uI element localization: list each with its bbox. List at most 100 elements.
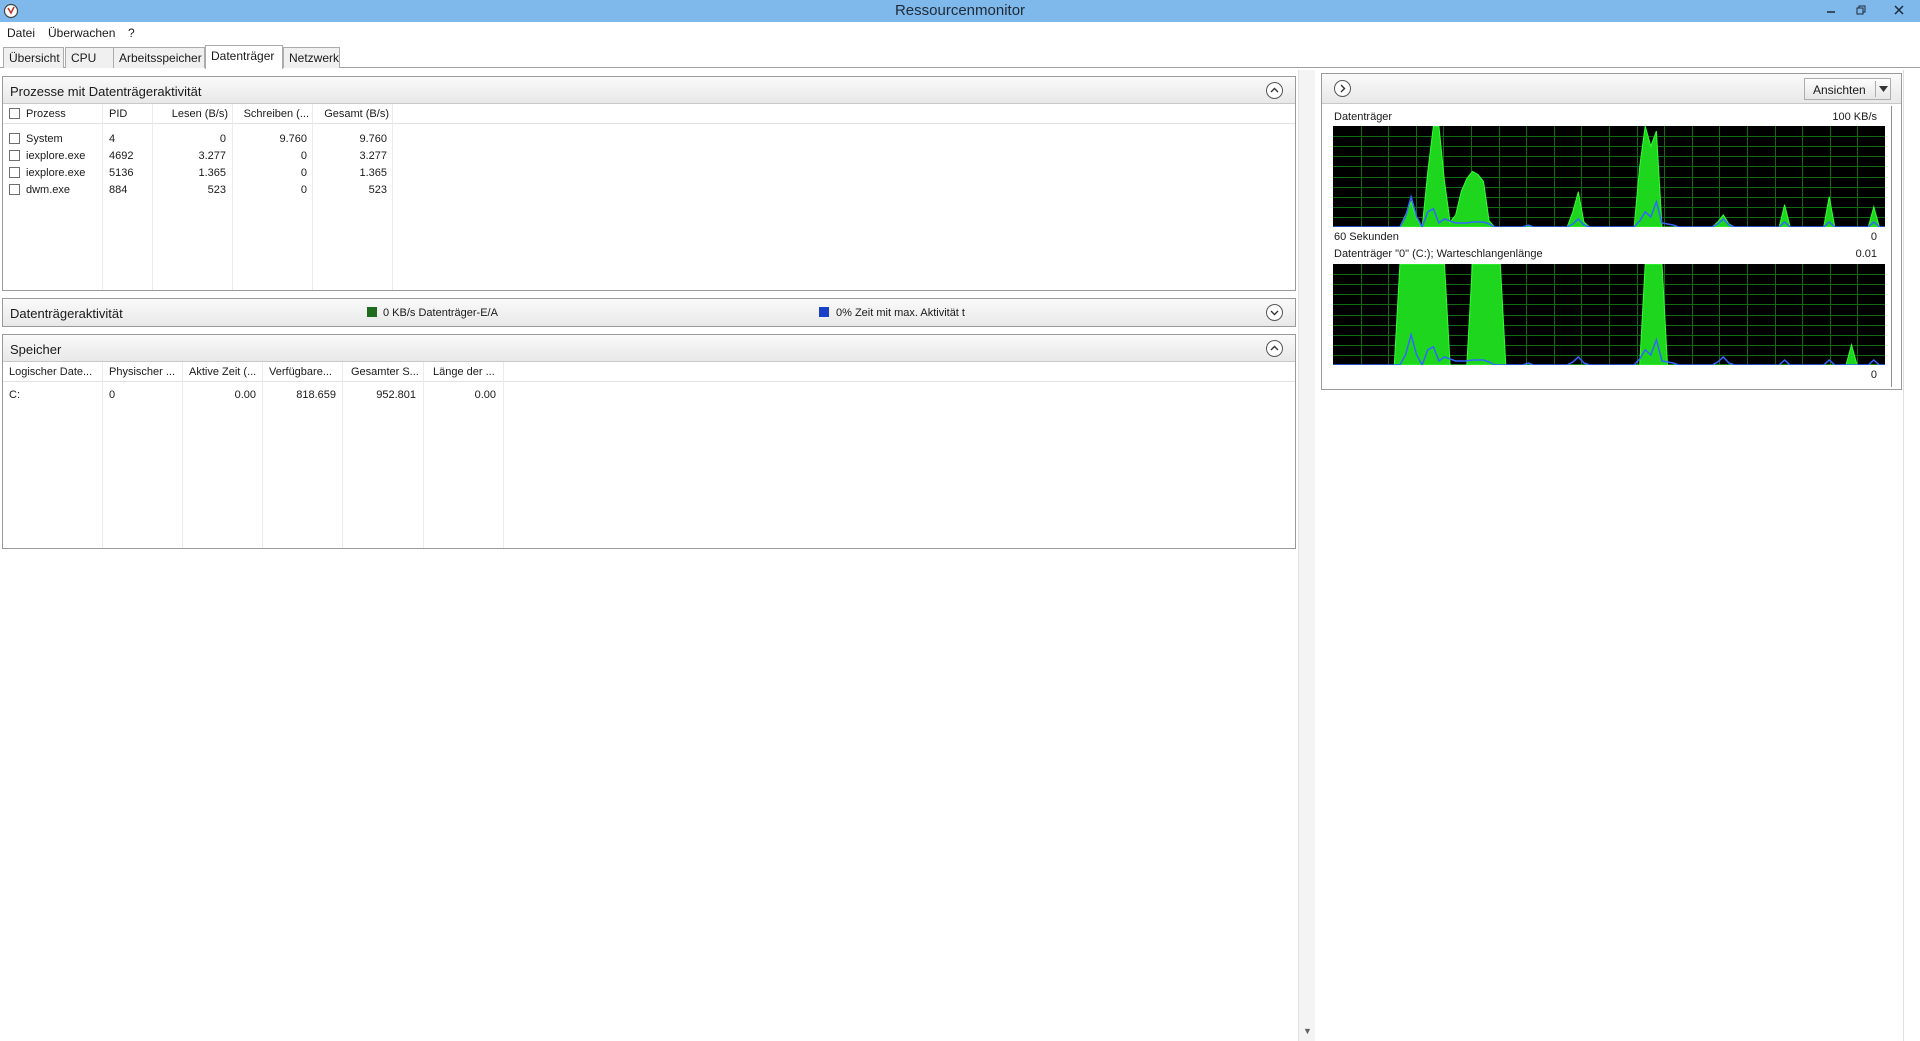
row-checkbox[interactable] [9, 133, 20, 144]
processes-collapse-button[interactable] [1266, 82, 1283, 99]
restore-icon [1856, 5, 1866, 15]
chevron-up-icon [1270, 345, 1279, 351]
column-divider [503, 362, 504, 548]
tab-cpu[interactable]: CPU [65, 47, 114, 68]
time-legend-label: 0% Zeit mit max. Aktivität t [836, 307, 965, 319]
time-legend-swatch [819, 307, 829, 317]
cell-queue-length: 0.00 [474, 389, 496, 401]
cell-prozess: iexplore.exe [26, 150, 86, 162]
activity-section: Datenträgeraktivität 0 KB/s Datenträger-… [2, 298, 1296, 327]
io-legend-swatch [367, 307, 377, 317]
row-checkbox[interactable] [9, 167, 20, 178]
disk-graph-max-label: 100 KB/s [1832, 111, 1877, 123]
graph-panel-header: Ansichten [1322, 74, 1901, 104]
cell-logical-disk: C: [9, 389, 20, 401]
column-divider [392, 104, 393, 290]
col-schreiben[interactable]: Schreiben (... [235, 108, 309, 120]
cell-schreiben: 9.760 [279, 133, 307, 145]
cell-gesamt: 9.760 [359, 133, 387, 145]
tab-arbeitsspeicher[interactable]: Arbeitsspeicher [113, 47, 205, 68]
column-divider [312, 104, 313, 290]
column-divider [342, 362, 343, 548]
processes-section: Prozesse mit Datenträgeraktivität Prozes… [2, 76, 1296, 291]
cell-schreiben: 0 [300, 167, 307, 179]
graph-panel: Ansichten Datenträger 100 KB/s 60 Sekund… [1321, 73, 1902, 390]
chevron-down-icon [1270, 310, 1279, 316]
dropdown-arrow-icon[interactable] [1879, 86, 1888, 92]
row-checkbox[interactable] [9, 184, 20, 195]
scroll-down-icon[interactable]: ▼ [1303, 1026, 1312, 1036]
views-button[interactable]: Ansichten [1804, 78, 1891, 100]
processes-column-header: Prozess PID Lesen (B/s) Schreiben (... G… [3, 104, 1295, 124]
select-all-checkbox[interactable] [9, 108, 20, 119]
activity-expand-button[interactable] [1266, 304, 1283, 321]
menu-bar: Datei Überwachen ? [0, 22, 1920, 44]
cell-lesen: 523 [207, 184, 226, 196]
row-checkbox[interactable] [9, 150, 20, 161]
minimize-button[interactable] [1816, 0, 1846, 20]
col-queue-length[interactable]: Länge der ... [433, 366, 505, 378]
column-divider [232, 104, 233, 290]
disk-graph-time-label: 60 Sekunden [1334, 231, 1399, 243]
cell-schreiben: 0 [300, 150, 307, 162]
storage-header[interactable]: Speicher [3, 335, 1295, 362]
activity-title: Datenträgeraktivität [10, 306, 123, 321]
cell-active-time: 0.00 [234, 389, 256, 401]
column-divider [102, 362, 103, 548]
queue-graph [1333, 264, 1885, 365]
right-pane-scrollbar[interactable] [1903, 70, 1920, 1041]
graph-panel-toggle-button[interactable] [1334, 80, 1351, 97]
col-active-time[interactable]: Aktive Zeit (... [189, 366, 261, 378]
chevron-right-icon [1340, 84, 1346, 93]
column-divider [182, 362, 183, 548]
col-gesamt[interactable]: Gesamt (B/s) [315, 108, 389, 120]
cell-prozess: System [26, 133, 63, 145]
tab-netzwerk[interactable]: Netzwerk [283, 47, 340, 68]
close-button[interactable] [1878, 0, 1920, 20]
cell-total: 952.801 [376, 389, 416, 401]
col-prozess[interactable]: Prozess [26, 108, 101, 120]
cell-pid: 884 [109, 184, 128, 196]
col-available[interactable]: Verfügbare... [269, 366, 341, 378]
column-divider [262, 362, 263, 548]
column-divider [102, 104, 103, 290]
col-lesen[interactable]: Lesen (B/s) [155, 108, 228, 120]
cell-lesen: 1.365 [198, 167, 226, 179]
storage-title: Speicher [10, 342, 62, 357]
scroll-track [1891, 106, 1892, 256]
cell-gesamt: 3.277 [359, 150, 387, 162]
disk-graph [1333, 126, 1885, 227]
tab-uebersicht[interactable]: Übersicht [3, 47, 64, 68]
column-divider [423, 362, 424, 548]
col-logical-disk[interactable]: Logischer Date... [9, 366, 101, 378]
queue-graph-max-label: 0.01 [1855, 248, 1877, 260]
graph-panel-scrollbar[interactable] [1887, 104, 1901, 389]
col-pid[interactable]: PID [109, 108, 149, 120]
col-physical-disk[interactable]: Physischer ... [109, 366, 181, 378]
storage-collapse-button[interactable] [1266, 340, 1283, 357]
disk-graph-svg [1333, 126, 1885, 227]
disk-graph-min-label: 0 [1870, 231, 1877, 243]
cell-available: 818.659 [296, 389, 336, 401]
chevron-up-icon [1270, 87, 1279, 93]
storage-section: Speicher Logischer Date... Physischer ..… [2, 334, 1296, 549]
cell-pid: 4 [109, 133, 116, 145]
processes-header[interactable]: Prozesse mit Datenträgeraktivität [3, 77, 1295, 104]
cell-prozess: iexplore.exe [26, 167, 86, 179]
window-title: Ressourcenmonitor [894, 2, 1026, 19]
queue-graph-label: Datenträger "0" (C:); Warteschlangenläng… [1334, 248, 1543, 260]
tab-datentraeger[interactable]: Datenträger [205, 45, 283, 69]
cell-pid: 5136 [109, 167, 134, 179]
cell-lesen: 0 [219, 133, 226, 145]
menu-datei[interactable]: Datei [7, 26, 35, 40]
menu-ueberwachen[interactable]: Überwachen [48, 26, 115, 40]
menu-help[interactable]: ? [128, 26, 135, 40]
restore-button[interactable] [1846, 0, 1876, 20]
activity-header[interactable]: Datenträgeraktivität 0 KB/s Datenträger-… [3, 299, 1295, 326]
cell-pid: 4692 [109, 150, 134, 162]
col-total[interactable]: Gesamter S... [351, 366, 423, 378]
cell-schreiben: 0 [300, 184, 307, 196]
left-pane-scrollbar[interactable]: ▼ [1298, 70, 1315, 1041]
close-icon [1894, 5, 1904, 15]
cell-gesamt: 523 [368, 184, 387, 196]
